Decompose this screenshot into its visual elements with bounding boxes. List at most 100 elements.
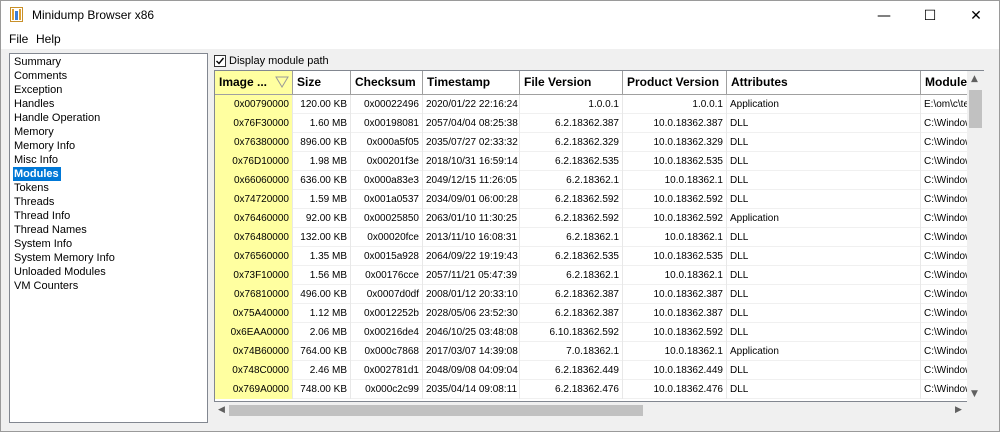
- display-module-path-label: Display module path: [229, 55, 329, 67]
- stream-list[interactable]: Summary Comments Exception Handles Handle Op…: [9, 53, 208, 423]
- cell-file-version: 6.2.18362.1: [520, 266, 623, 285]
- sidebar-item-modules[interactable]: Modules: [13, 167, 61, 181]
- cell-timestamp: 2064/09/22 19:19:43: [423, 247, 520, 266]
- cell-product-version: 10.0.18362.329: [623, 133, 727, 152]
- sidebar-item-comments[interactable]: Comments: [10, 69, 207, 83]
- menu-help[interactable]: Help: [36, 32, 61, 46]
- column-header-image[interactable]: Image ...: [215, 71, 293, 94]
- cell-checksum: 0x00176cce: [351, 266, 423, 285]
- table-row[interactable]: 0x76460000 92.00 KB 0x00025850 2063/01/10 1…: [215, 209, 981, 228]
- column-header-label: Image ...: [219, 75, 268, 89]
- scroll-up-icon[interactable]: ▲: [971, 74, 978, 84]
- title-bar: Minidump Browser x86 — ☐ ✕: [1, 1, 999, 30]
- table-header: Image ... Size Checksum Timestamp File Versi…: [215, 71, 981, 95]
- scroll-left-icon[interactable]: ◀: [218, 405, 225, 415]
- cell-timestamp: 2057/04/04 08:25:38: [423, 114, 520, 133]
- cell-timestamp: 2057/11/21 05:47:39: [423, 266, 520, 285]
- menu-file[interactable]: File: [9, 32, 28, 46]
- cell-file-version: 6.2.18362.387: [520, 304, 623, 323]
- cell-file-version: 6.2.18362.1: [520, 171, 623, 190]
- table-row[interactable]: 0x74B60000 764.00 KB 0x000c7868 2017/03/07 …: [215, 342, 981, 361]
- column-header-timestamp[interactable]: Timestamp: [423, 71, 520, 94]
- cell-timestamp: 2048/09/08 04:09:04: [423, 361, 520, 380]
- cell-timestamp: 2018/10/31 16:59:14: [423, 152, 520, 171]
- cell-image: 0x74720000: [215, 190, 293, 209]
- cell-image: 0x76380000: [215, 133, 293, 152]
- sidebar-item-handle-operation[interactable]: Handle Operation: [10, 111, 207, 125]
- table-row[interactable]: 0x73F10000 1.56 MB 0x00176cce 2057/11/21 05…: [215, 266, 981, 285]
- cell-size: 2.06 MB: [293, 323, 351, 342]
- table-row[interactable]: 0x66060000 636.00 KB 0x000a83e3 2049/12/15 …: [215, 171, 981, 190]
- column-header-file-version[interactable]: File Version: [520, 71, 623, 94]
- cell-size: 2.46 MB: [293, 361, 351, 380]
- table-row[interactable]: 0x76810000 496.00 KB 0x0007d0df 2008/01/12 …: [215, 285, 981, 304]
- cell-checksum: 0x0012252b: [351, 304, 423, 323]
- cell-timestamp: 2049/12/15 11:26:05: [423, 171, 520, 190]
- cell-checksum: 0x00022496: [351, 95, 423, 114]
- column-header-checksum[interactable]: Checksum: [351, 71, 423, 94]
- sidebar-item-threads[interactable]: Threads: [10, 195, 207, 209]
- cell-attributes: DLL: [727, 266, 921, 285]
- minimize-button[interactable]: —: [861, 1, 907, 30]
- cell-size: 1.98 MB: [293, 152, 351, 171]
- cell-attributes: DLL: [727, 285, 921, 304]
- table-row[interactable]: 0x76380000 896.00 KB 0x000a5f05 2035/07/27 …: [215, 133, 981, 152]
- cell-file-version: 6.2.18362.449: [520, 361, 623, 380]
- sidebar-item-unloaded-modules[interactable]: Unloaded Modules: [10, 265, 207, 279]
- display-module-path-option[interactable]: Display module path: [214, 54, 329, 68]
- table-row[interactable]: 0x76480000 132.00 KB 0x00020fce 2013/11/10 …: [215, 228, 981, 247]
- column-header-attributes[interactable]: Attributes: [727, 71, 921, 94]
- checkmark-icon: [216, 57, 225, 65]
- sidebar-item-thread-names[interactable]: Thread Names: [10, 223, 207, 237]
- table-row[interactable]: 0x74720000 1.59 MB 0x001a0537 2034/09/01 06…: [215, 190, 981, 209]
- cell-file-version: 6.2.18362.592: [520, 209, 623, 228]
- vertical-scrollbar[interactable]: ▲ ▼: [967, 71, 984, 402]
- column-header-size[interactable]: Size: [293, 71, 351, 94]
- sidebar-item-thread-info[interactable]: Thread Info: [10, 209, 207, 223]
- cell-product-version: 10.0.18362.592: [623, 190, 727, 209]
- horizontal-scrollbar[interactable]: ◀ ▶: [215, 402, 967, 419]
- sidebar-item-summary[interactable]: Summary: [10, 55, 207, 69]
- display-module-path-checkbox[interactable]: [214, 55, 226, 67]
- cell-image: 0x00790000: [215, 95, 293, 114]
- sidebar-item-tokens[interactable]: Tokens: [10, 181, 207, 195]
- cell-file-version: 1.0.0.1: [520, 95, 623, 114]
- column-header-label: Size: [297, 75, 322, 89]
- table-row[interactable]: 0x76F30000 1.60 MB 0x00198081 2057/04/04 08…: [215, 114, 981, 133]
- sidebar-item-exception[interactable]: Exception: [10, 83, 207, 97]
- cell-size: 1.12 MB: [293, 304, 351, 323]
- scroll-right-icon[interactable]: ▶: [955, 405, 962, 415]
- cell-size: 636.00 KB: [293, 171, 351, 190]
- table-row[interactable]: 0x6EAA0000 2.06 MB 0x00216de4 2046/10/25 03…: [215, 323, 981, 342]
- table-row[interactable]: 0x75A40000 1.12 MB 0x0012252b 2028/05/06 23…: [215, 304, 981, 323]
- cell-attributes: DLL: [727, 228, 921, 247]
- table-row[interactable]: 0x00790000 120.00 KB 0x00022496 2020/01/22 …: [215, 95, 981, 114]
- sidebar-item-memory-info[interactable]: Memory Info: [10, 139, 207, 153]
- cell-attributes: Application: [727, 342, 921, 361]
- scrollbar-corner: [967, 402, 984, 419]
- close-button[interactable]: ✕: [953, 1, 999, 30]
- column-header-label: Product Version: [627, 75, 720, 89]
- cell-product-version: 1.0.0.1: [623, 95, 727, 114]
- sidebar-item-handles[interactable]: Handles: [10, 97, 207, 111]
- sidebar-item-vm-counters[interactable]: VM Counters: [10, 279, 207, 293]
- table-row[interactable]: 0x748C0000 2.46 MB 0x002781d1 2048/09/08 04…: [215, 361, 981, 380]
- table-row[interactable]: 0x76D10000 1.98 MB 0x00201f3e 2018/10/31 16…: [215, 152, 981, 171]
- table-row[interactable]: 0x76560000 1.35 MB 0x0015a928 2064/09/22 19…: [215, 247, 981, 266]
- vertical-scroll-thumb[interactable]: [969, 90, 982, 128]
- scroll-down-icon[interactable]: ▼: [971, 389, 978, 399]
- cell-product-version: 10.0.18362.1: [623, 342, 727, 361]
- sidebar-item-misc-info[interactable]: Misc Info: [10, 153, 207, 167]
- cell-checksum: 0x000c7868: [351, 342, 423, 361]
- cell-checksum: 0x000c2c99: [351, 380, 423, 399]
- sidebar-item-system-info[interactable]: System Info: [10, 237, 207, 251]
- column-header-product-version[interactable]: Product Version: [623, 71, 727, 94]
- cell-image: 0x6EAA0000: [215, 323, 293, 342]
- horizontal-scroll-thumb[interactable]: [229, 405, 643, 416]
- sidebar-item-system-memory-info[interactable]: System Memory Info: [10, 251, 207, 265]
- cell-size: 896.00 KB: [293, 133, 351, 152]
- table-row[interactable]: 0x769A0000 748.00 KB 0x000c2c99 2035/04/14 …: [215, 380, 981, 399]
- maximize-button[interactable]: ☐: [907, 1, 953, 30]
- cell-image: 0x76F30000: [215, 114, 293, 133]
- sidebar-item-memory[interactable]: Memory: [10, 125, 207, 139]
